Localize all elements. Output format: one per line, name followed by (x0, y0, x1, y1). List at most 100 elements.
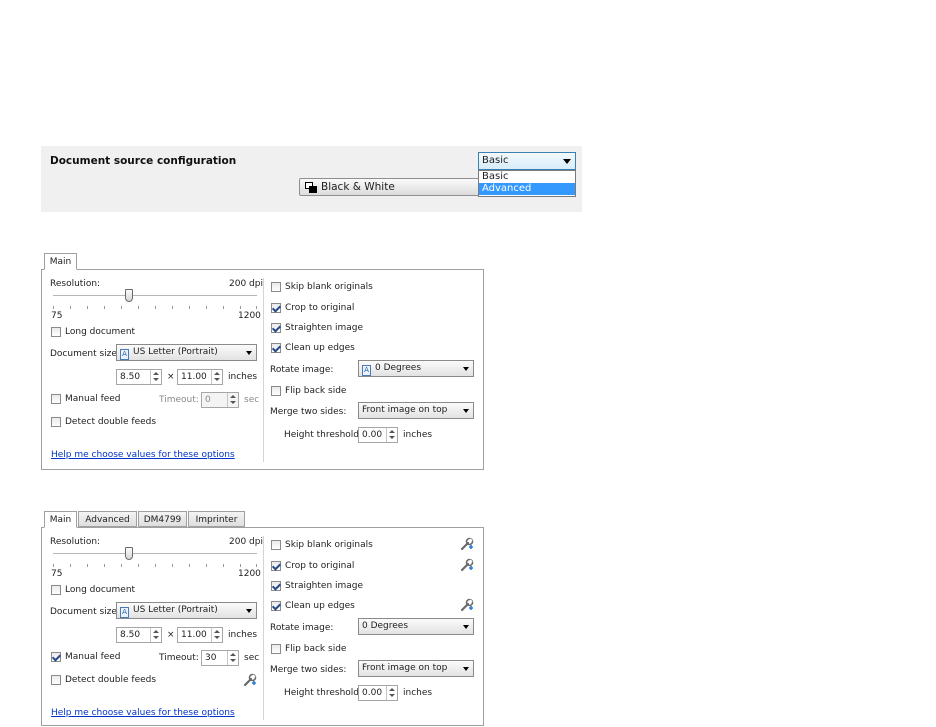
resolution-label: Resolution: (50, 279, 101, 289)
timeout-value: 0 (205, 395, 211, 405)
wrench-icon[interactable] (243, 673, 257, 687)
resolution-slider-thumb[interactable] (125, 289, 133, 302)
times-sign: × (167, 372, 175, 382)
mode-option-advanced[interactable]: Advanced (479, 183, 575, 195)
long-document-checkbox[interactable] (51, 585, 61, 595)
crop-label: Crop to original (285, 303, 355, 313)
height-threshold-stepper[interactable]: 0.00 (358, 685, 398, 701)
chevron-down-icon (463, 625, 469, 629)
skip-blank-checkbox[interactable] (271, 540, 281, 550)
long-document-label: Long document (65, 327, 136, 337)
height-spin-buttons[interactable] (211, 628, 222, 642)
skip-blank-checkbox[interactable] (271, 282, 281, 292)
merge-label: Merge two sides: (270, 665, 347, 675)
detect-double-feeds-checkbox[interactable] (51, 675, 61, 685)
wrench-icon[interactable] (460, 558, 474, 572)
width-value: 8.50 (120, 372, 141, 382)
height-spin-buttons[interactable] (211, 370, 222, 384)
flip-back-side-checkbox[interactable] (271, 386, 281, 396)
tab-advanced[interactable]: Advanced (78, 511, 137, 527)
height-threshold-spin-buttons[interactable] (386, 428, 397, 442)
mode-selected-value: Basic (482, 155, 509, 166)
document-size-dropdown[interactable]: A US Letter (Portrait) (116, 602, 257, 619)
straighten-checkbox[interactable] (271, 323, 281, 333)
straighten-label: Straighten image (285, 581, 364, 591)
configuration-mode-select[interactable]: Basic (478, 152, 576, 170)
help-link[interactable]: Help me choose values for these options (51, 450, 235, 460)
document-source-configuration: Document source configuration Black & Wh… (41, 146, 582, 212)
manual-feed-checkbox[interactable] (51, 652, 61, 662)
tab-dm4799[interactable]: DM4799 (138, 511, 187, 527)
height-stepper[interactable]: 11.00 (177, 369, 223, 385)
column-divider (263, 536, 264, 720)
document-size-dropdown[interactable]: A US Letter (Portrait) (116, 344, 257, 361)
manual-feed-checkbox[interactable] (51, 394, 61, 404)
document-size-value: US Letter (Portrait) (133, 605, 218, 615)
resolution-slider-track[interactable] (53, 553, 257, 555)
page-icon: A (362, 365, 371, 376)
resolution-max: 1200 (238, 569, 261, 579)
size-units: inches (228, 630, 258, 640)
height-stepper[interactable]: 11.00 (177, 627, 223, 643)
width-stepper[interactable]: 8.50 (116, 627, 162, 643)
wrench-icon[interactable] (460, 537, 474, 551)
clean-edges-label: Clean up edges (285, 343, 355, 353)
advanced-settings-panel: Main Advanced DM4799 Imprinter Resolutio… (41, 511, 484, 726)
height-threshold-value: 0.00 (362, 688, 383, 698)
color-mode-label: Black & White (321, 181, 395, 193)
tab-imprinter[interactable]: Imprinter (188, 511, 245, 527)
crop-checkbox[interactable] (271, 303, 281, 313)
straighten-checkbox[interactable] (271, 581, 281, 591)
skip-blank-label: Skip blank originals (285, 282, 373, 292)
height-threshold-value: 0.00 (362, 430, 383, 440)
timeout-value: 30 (205, 653, 217, 663)
manual-feed-label: Manual feed (65, 394, 121, 404)
crop-checkbox[interactable] (271, 561, 281, 571)
detect-double-feeds-checkbox[interactable] (51, 417, 61, 427)
flip-back-side-label: Flip back side (285, 386, 347, 396)
rotate-dropdown[interactable]: A 0 Degrees (358, 360, 474, 377)
document-size-value: US Letter (Portrait) (133, 347, 218, 357)
wrench-icon[interactable] (460, 598, 474, 612)
page-icon: A (120, 607, 129, 618)
tab-main[interactable]: Main (44, 511, 77, 528)
resolution-slider-track[interactable] (53, 295, 257, 297)
document-size-label: Document size: (50, 349, 120, 359)
clean-edges-label: Clean up edges (285, 601, 355, 611)
chevron-down-icon (463, 367, 469, 371)
clean-edges-checkbox[interactable] (271, 601, 281, 611)
rotate-label: Rotate image: (270, 365, 334, 375)
resolution-slider-thumb[interactable] (125, 547, 133, 560)
width-stepper[interactable]: 8.50 (116, 369, 162, 385)
long-document-checkbox[interactable] (51, 327, 61, 337)
timeout-spin-buttons[interactable] (227, 393, 238, 407)
long-document-label: Long document (65, 585, 136, 595)
width-spin-buttons[interactable] (150, 628, 161, 642)
resolution-min: 75 (51, 311, 63, 321)
timeout-stepper[interactable]: 0 (201, 392, 239, 408)
manual-feed-label: Manual feed (65, 652, 121, 662)
timeout-label: Timeout: (159, 395, 199, 405)
rotate-dropdown[interactable]: 0 Degrees (358, 618, 474, 635)
width-value: 8.50 (120, 630, 141, 640)
resolution-ticks (53, 564, 257, 567)
mode-dropdown-list: Basic Advanced (478, 170, 576, 197)
timeout-stepper[interactable]: 30 (201, 650, 239, 666)
chevron-down-icon (463, 409, 469, 413)
merge-dropdown[interactable]: Front image on top (358, 660, 474, 677)
timeout-label: Timeout: (159, 653, 199, 663)
color-mode-button[interactable]: Black & White (299, 178, 499, 196)
merge-dropdown[interactable]: Front image on top (358, 402, 474, 419)
timeout-units: sec (244, 395, 260, 405)
help-link[interactable]: Help me choose values for these options (51, 708, 235, 718)
height-threshold-stepper[interactable]: 0.00 (358, 427, 398, 443)
timeout-spin-buttons[interactable] (227, 651, 238, 665)
height-threshold-label: Height threshold: (284, 688, 363, 698)
tab-main[interactable]: Main (44, 253, 77, 270)
width-spin-buttons[interactable] (150, 370, 161, 384)
flip-back-side-checkbox[interactable] (271, 644, 281, 654)
clean-edges-checkbox[interactable] (271, 343, 281, 353)
mode-option-basic[interactable]: Basic (479, 171, 575, 183)
resolution-min: 75 (51, 569, 63, 579)
height-threshold-spin-buttons[interactable] (386, 686, 397, 700)
